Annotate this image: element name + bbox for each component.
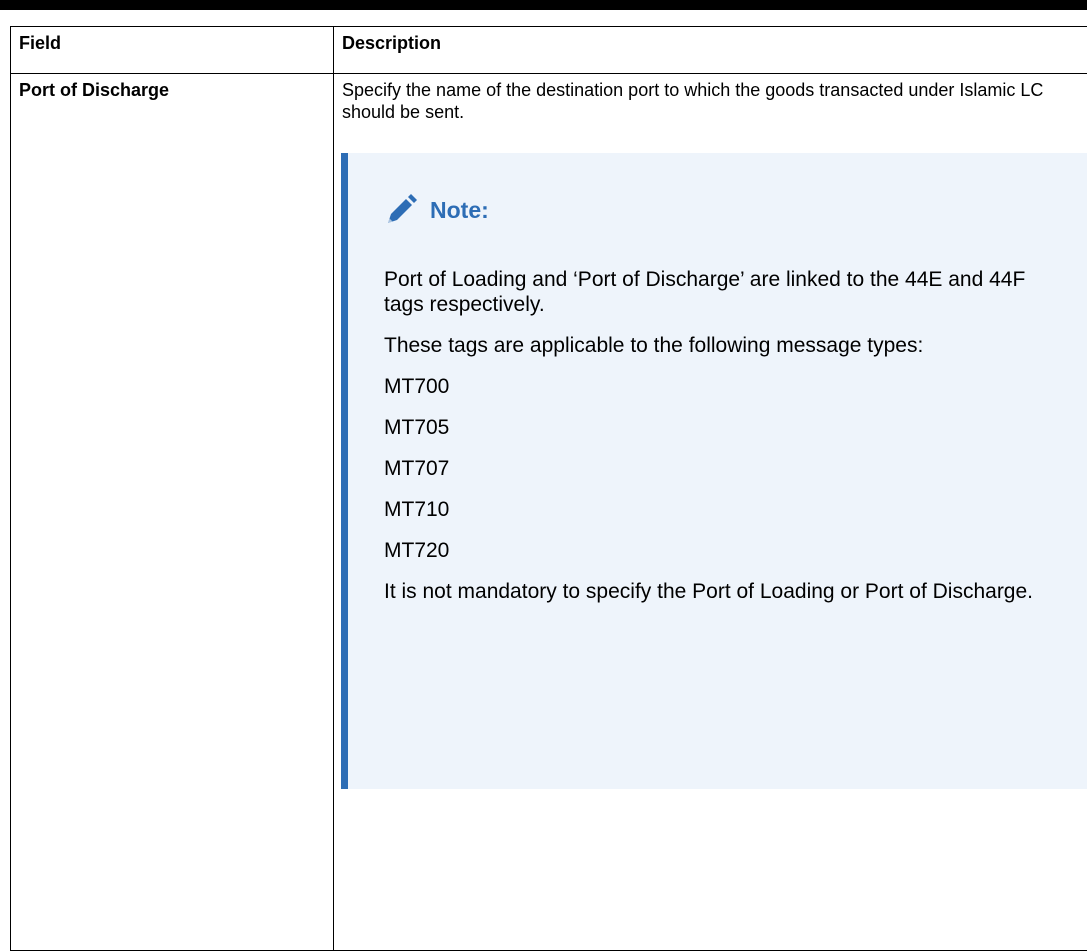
table-header-row: Field Description	[11, 27, 1087, 74]
header-description: Description	[334, 27, 1087, 74]
top-rule	[0, 0, 1087, 10]
description-text: Specify the name of the destination port…	[342, 79, 1082, 123]
description-cell: Specify the name of the destination port…	[334, 74, 1087, 951]
message-type-item: MT720	[384, 538, 1067, 563]
field-name: Port of Discharge	[19, 80, 169, 100]
message-type-item: MT710	[384, 497, 1067, 522]
field-description-table: Field Description Port of Discharge Spec…	[10, 26, 1087, 951]
note-paragraph: It is not mandatory to specify the Port …	[384, 579, 1067, 604]
message-type-item: MT700	[384, 374, 1067, 399]
pencil-icon	[384, 193, 418, 227]
note-body: Port of Loading and ‘Port of Discharge’ …	[384, 267, 1067, 604]
note-paragraph: These tags are applicable to the followi…	[384, 333, 1067, 358]
note-title: Note:	[430, 199, 489, 221]
header-field: Field	[11, 27, 334, 74]
note-paragraph: Port of Loading and ‘Port of Discharge’ …	[384, 267, 1067, 317]
message-type-item: MT705	[384, 415, 1067, 440]
table-row: Port of Discharge Specify the name of th…	[11, 74, 1087, 951]
note-box: Note: Port of Loading and ‘Port of Disch…	[341, 153, 1087, 789]
field-cell: Port of Discharge	[11, 74, 334, 951]
note-heading: Note:	[384, 193, 1067, 227]
message-type-item: MT707	[384, 456, 1067, 481]
